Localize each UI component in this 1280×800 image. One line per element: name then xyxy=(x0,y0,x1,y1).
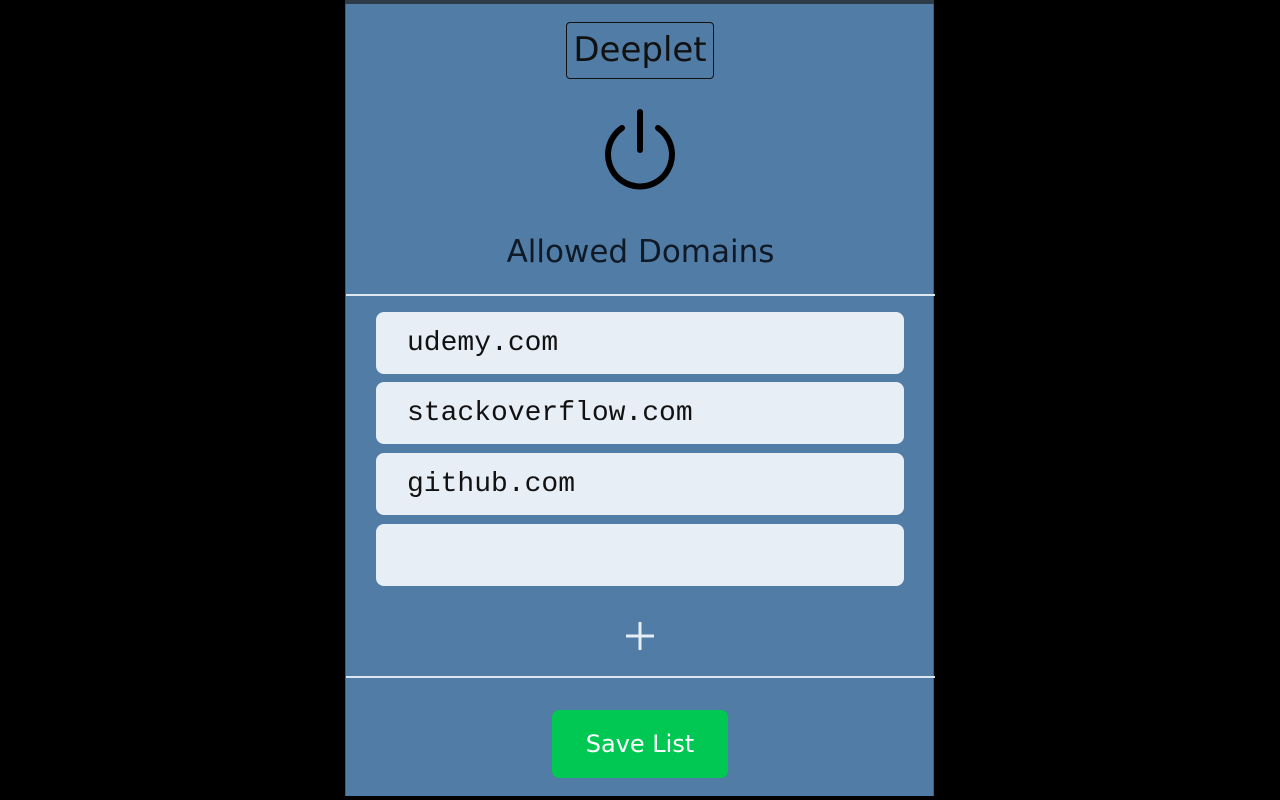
domain-input-3[interactable] xyxy=(376,453,904,515)
app-title-button[interactable]: Deeplet xyxy=(566,22,714,79)
save-list-button[interactable]: Save List xyxy=(552,710,728,778)
domain-input-2[interactable] xyxy=(376,382,904,444)
add-domain-button[interactable] xyxy=(620,616,660,656)
allowed-domains-heading: Allowed Domains xyxy=(506,234,775,270)
power-icon xyxy=(605,109,675,190)
extension-popup: Deeplet Allowed Domains Save List xyxy=(345,4,935,796)
domain-input-4[interactable] xyxy=(376,524,904,586)
bottom-divider xyxy=(346,676,935,678)
plus-icon xyxy=(626,622,654,650)
domain-input-1[interactable] xyxy=(376,312,904,374)
top-divider xyxy=(346,294,935,296)
power-toggle[interactable] xyxy=(600,108,680,190)
